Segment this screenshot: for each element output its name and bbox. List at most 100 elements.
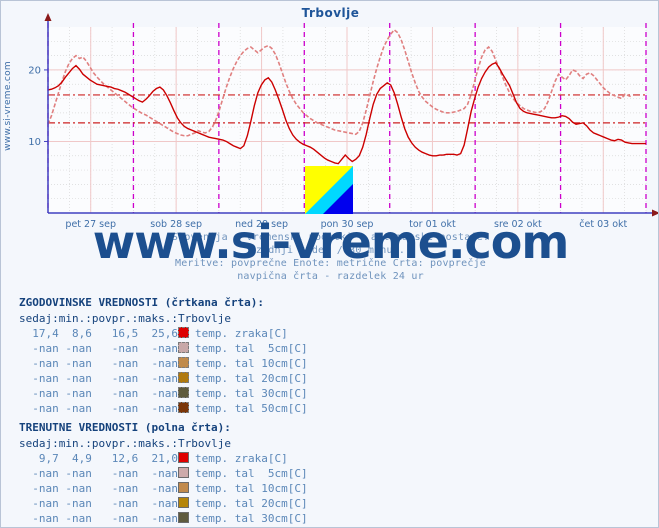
cell-maks: -nan [151, 357, 178, 370]
col-sedaj: sedaj: [19, 437, 59, 450]
cell-maks: -nan [151, 497, 178, 510]
legend-color-swatch [177, 342, 189, 353]
table-row: -nan -nan -nan -nan temp. tal 30cm[C] [19, 511, 308, 526]
cell-povpr: -nan [111, 482, 139, 495]
caption-line-1: Slovenija / vremenski podatki - avtomats… [171, 232, 490, 243]
cell-sedaj: -nan [32, 342, 59, 355]
cell-sedaj: -nan [32, 402, 59, 415]
cell-povpr: -nan [111, 342, 139, 355]
cell-maks: -nan [151, 402, 178, 415]
x-axis-tick-label: sre 02 okt [494, 219, 542, 230]
cell-sedaj: -nan [32, 387, 59, 400]
table-row: -nan -nan -nan -nan temp. tal 5cm[C] [19, 466, 308, 481]
series-label: temp. tal 10cm[C] [194, 357, 308, 370]
cell-maks: -nan [151, 482, 178, 495]
series-label: temp. tal 20cm[C] [194, 497, 308, 510]
cell-maks: -nan [151, 372, 178, 385]
cell-min: -nan [65, 357, 92, 370]
cell-min: -nan [65, 512, 92, 525]
legend-color-swatch [177, 452, 189, 463]
col-station: Trbovlje [177, 312, 231, 325]
cell-sedaj: -nan [32, 512, 59, 525]
table-row: -nan -nan -nan -nan temp. tal 30cm[C] [19, 386, 308, 401]
table-row: 17,4 8,6 16,5 25,6 temp. zraka[C] [19, 326, 308, 341]
cell-povpr: -nan [111, 467, 139, 480]
legend-color-swatch [177, 327, 189, 338]
cell-sedaj: -nan [32, 372, 59, 385]
series-legend-cell: temp. tal 20cm[C] [177, 496, 308, 511]
series-label: temp. zraka[C] [194, 327, 288, 340]
cell-min: 4,9 [72, 452, 92, 465]
cell-povpr: -nan [111, 512, 139, 525]
series-label: temp. tal 30cm[C] [194, 512, 308, 525]
col-min: min.: [58, 312, 92, 325]
cell-maks: 25,6 [151, 327, 178, 340]
current-table-body: 9,7 4,9 12,6 21,0 temp. zraka[C] -nan -nan -nan… [19, 451, 308, 527]
cell-maks: -nan [151, 387, 178, 400]
cell-maks: -nan [151, 467, 178, 480]
cell-povpr: -nan [111, 372, 139, 385]
series-legend-cell: temp. tal 30cm[C] [177, 511, 308, 526]
series-legend-cell: temp. tal 5cm[C] [177, 466, 308, 481]
cell-min: -nan [65, 497, 92, 510]
current-values-heading: TRENUTNE VREDNOSTI (polna črta): [19, 421, 231, 434]
y-axis-tick-label: 20 [28, 65, 41, 76]
x-axis-tick-label: čet 03 okt [579, 219, 627, 230]
table-row: -nan -nan -nan -nan temp. tal 5cm[C] [19, 341, 308, 356]
cell-povpr: 12,6 [111, 452, 139, 465]
series-legend-cell: temp. tal 30cm[C] [177, 386, 308, 401]
values-tables: ZGODOVINSKE VREDNOSTI (črtkana črta): se… [1, 293, 658, 527]
series-label: temp. tal 20cm[C] [194, 372, 308, 385]
cell-min: 8,6 [72, 327, 92, 340]
col-station: Trbovlje [177, 437, 231, 450]
cell-maks: 21,0 [151, 452, 178, 465]
cell-min: -nan [65, 387, 92, 400]
series-legend-cell: temp. zraka[C] [177, 326, 308, 341]
legend-color-swatch [177, 482, 189, 493]
chart-area: Trbovlje www.si-vreme.com 10 20 pet 27 sep… [1, 1, 658, 291]
x-axis-tick-label: tor 01 okt [409, 219, 456, 230]
slovenia-flag-badge-icon [305, 166, 353, 214]
col-sedaj: sedaj: [19, 312, 59, 325]
caption-line-2: zadnji teden / 30 minut. [255, 245, 406, 256]
cell-min: -nan [65, 372, 92, 385]
legend-color-swatch [177, 357, 189, 368]
cell-sedaj: -nan [32, 467, 59, 480]
cell-sedaj: -nan [32, 482, 59, 495]
x-axis-tick-label: pon 30 sep [321, 219, 374, 230]
cell-sedaj: -nan [32, 497, 59, 510]
legend-color-swatch [177, 497, 189, 508]
table-row: -nan -nan -nan -nan temp. tal 20cm[C] [19, 371, 308, 386]
series-label: temp. tal 50cm[C] [194, 402, 308, 415]
col-min: min.: [58, 437, 92, 450]
col-povpr: povpr.: [91, 437, 139, 450]
table-row: 9,7 4,9 12,6 21,0 temp. zraka[C] [19, 451, 308, 466]
series-legend-cell: temp. tal 50cm[C] [177, 401, 308, 416]
col-povpr: povpr.: [91, 312, 139, 325]
historic-values-table: sedaj: min.: povpr.: maks.: Trbovlje 17,… [19, 311, 308, 416]
series-legend-cell: temp. tal 10cm[C] [177, 356, 308, 371]
series-label: temp. tal 30cm[C] [194, 387, 308, 400]
historic-values-heading: ZGODOVINSKE VREDNOSTI (črtkana črta): [19, 296, 265, 309]
table-header-row: sedaj: min.: povpr.: maks.: Trbovlje [19, 436, 308, 451]
col-maks: maks.: [138, 437, 178, 450]
series-legend-cell: temp. tal 5cm[C] [177, 341, 308, 356]
cell-sedaj: 17,4 [32, 327, 59, 340]
caption-line-3: Meritve: povprečne Enote: metrične Črta:… [174, 258, 487, 269]
table-row: -nan -nan -nan -nan temp. tal 50cm[C] [19, 401, 308, 416]
series-legend-cell: temp. tal 20cm[C] [177, 371, 308, 386]
series-label: temp. tal 5cm[C] [194, 467, 308, 480]
cell-min: -nan [65, 342, 92, 355]
cell-maks: -nan [151, 342, 178, 355]
series-label: temp. zraka[C] [194, 452, 288, 465]
series-legend-cell: temp. tal 10cm[C] [177, 481, 308, 496]
series-label: temp. tal 10cm[C] [194, 482, 308, 495]
table-header-row: sedaj: min.: povpr.: maks.: Trbovlje [19, 311, 308, 326]
historic-table-body: 17,4 8,6 16,5 25,6 temp. zraka[C] -nan -nan -na… [19, 326, 308, 416]
cell-povpr: -nan [111, 357, 139, 370]
y-axis-tick-label: 10 [28, 137, 41, 148]
table-row: -nan -nan -nan -nan temp. tal 10cm[C] [19, 481, 308, 496]
col-maks: maks.: [138, 312, 178, 325]
legend-color-swatch [177, 512, 189, 523]
table-row: -nan -nan -nan -nan temp. tal 10cm[C] [19, 356, 308, 371]
